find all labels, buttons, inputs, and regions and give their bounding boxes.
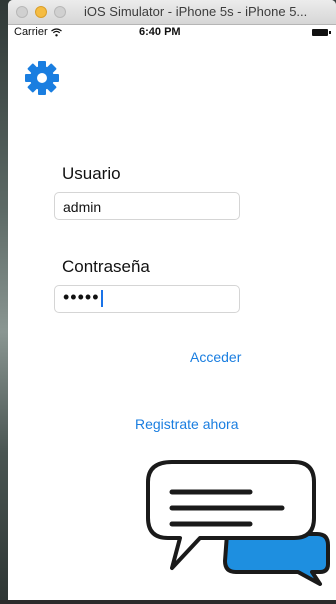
gear-icon[interactable]	[24, 60, 60, 96]
window-controls	[16, 6, 66, 18]
login-button[interactable]: Acceder	[190, 349, 241, 365]
window-titlebar: iOS Simulator - iPhone 5s - iPhone 5...	[8, 0, 336, 25]
ios-status-bar: Carrier 6:40 PM	[8, 25, 336, 41]
minimize-window-button[interactable]	[35, 6, 47, 18]
username-field[interactable]: admin	[54, 192, 240, 220]
password-label: Contraseña	[62, 257, 150, 276]
password-field[interactable]: •••••	[54, 285, 240, 313]
wifi-icon	[50, 27, 62, 36]
zoom-window-button[interactable]	[54, 6, 66, 18]
status-time: 6:40 PM	[139, 26, 181, 38]
close-window-button[interactable]	[16, 6, 28, 18]
carrier-indicator: Carrier	[14, 26, 62, 38]
carrier-label: Carrier	[14, 26, 48, 38]
window-bottom-edge	[0, 600, 336, 604]
password-value: •••••	[63, 287, 100, 307]
battery-icon	[312, 29, 331, 36]
chat-bubbles-icon	[146, 460, 330, 586]
text-caret	[100, 289, 103, 307]
register-link[interactable]: Registrate ahora	[135, 416, 239, 432]
window-title: iOS Simulator - iPhone 5s - iPhone 5...	[84, 4, 308, 19]
username-value: admin	[63, 199, 102, 215]
username-label: Usuario	[62, 164, 121, 183]
